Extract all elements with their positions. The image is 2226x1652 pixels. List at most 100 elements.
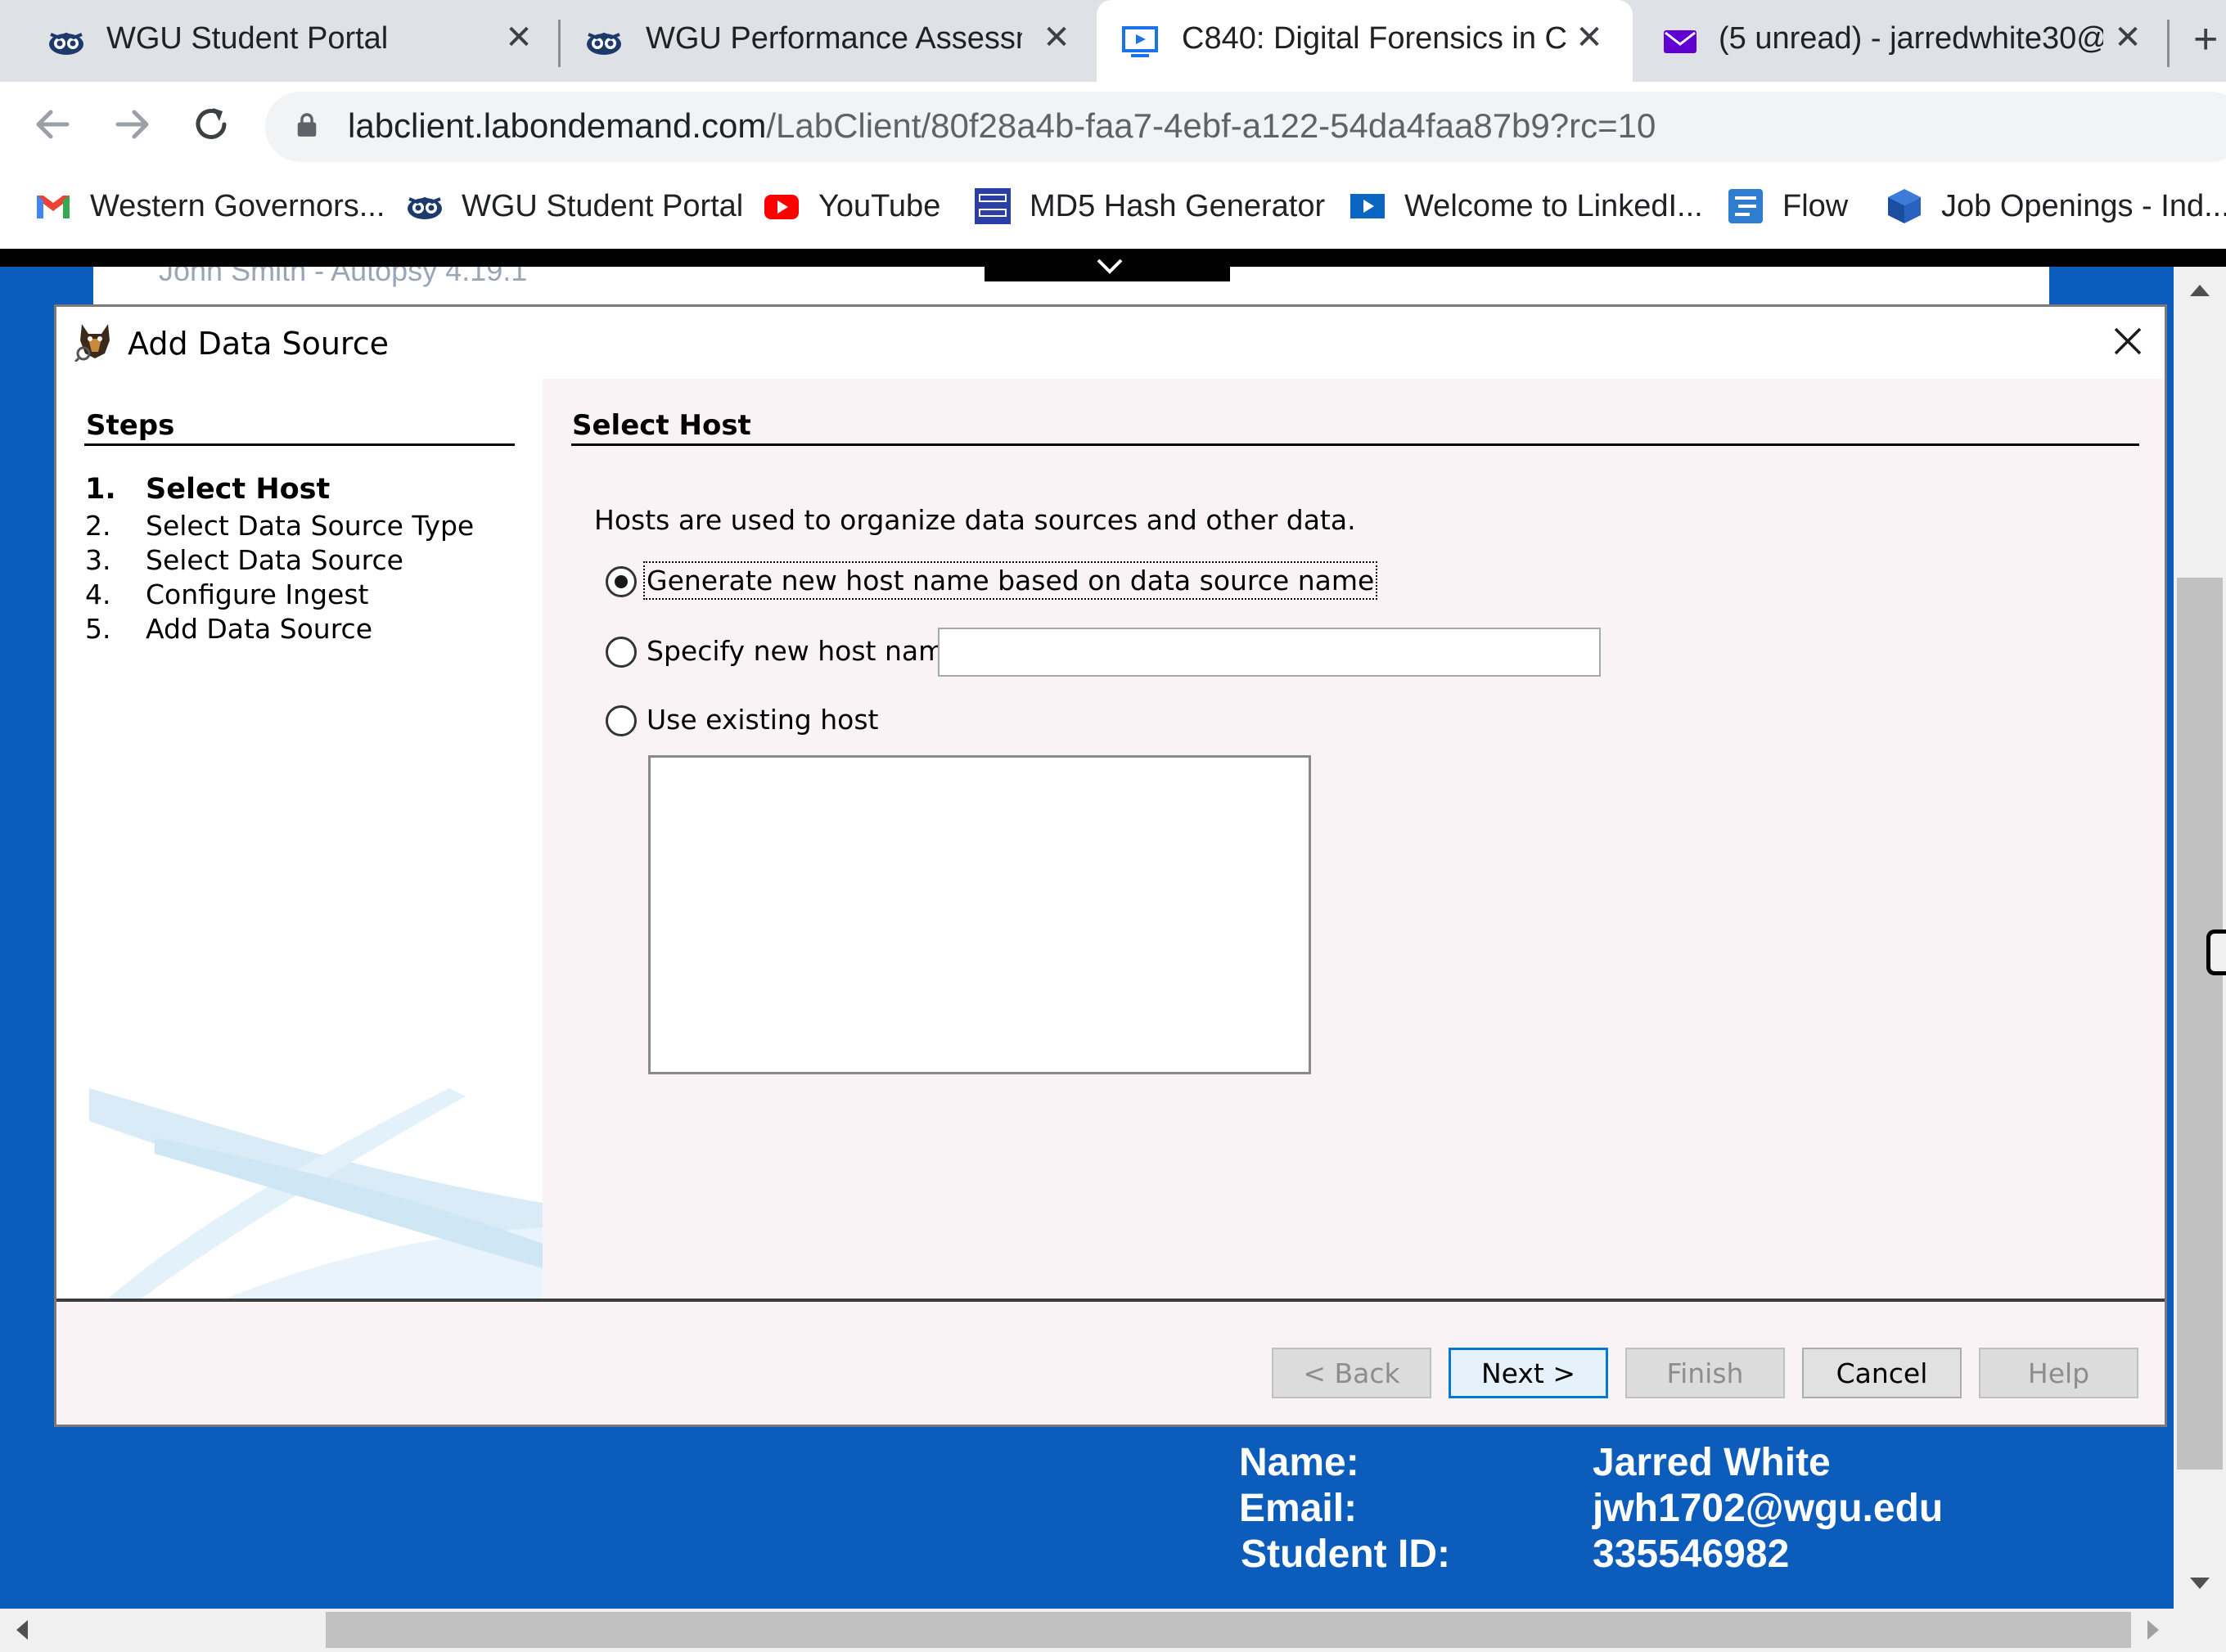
bookmark-label: Welcome to LinkedI... [1404,188,1703,223]
cube-icon [1888,189,1921,223]
step-number: 1. [85,473,116,506]
close-icon[interactable]: ✕ [2110,20,2146,56]
tab-mail[interactable]: (5 unread) - jarredwhite30@y ✕ [1637,0,2169,82]
step-item: 1. Select Host [85,473,330,506]
generate-host-radio[interactable] [606,566,637,597]
close-icon[interactable]: ✕ [1039,20,1075,56]
tab-wgu-performance-assessment[interactable]: WGU Performance Assessmen ✕ [561,0,1093,82]
video-icon [1350,194,1385,218]
name-label: Name: [1239,1441,1359,1484]
step-item: 2. Select Data Source Type [85,510,474,542]
tab-title: C840: Digital Forensics in Cyb [1182,21,1566,56]
steps-heading: Steps [86,409,175,442]
bookmark-western-governors[interactable]: Western Governors... [34,185,385,227]
existing-host-radio[interactable] [606,705,637,736]
forward-arrow-icon[interactable] [110,101,155,147]
cancel-button[interactable]: Cancel [1802,1348,1962,1398]
tab-title: WGU Student Portal [106,21,389,56]
bookmark-linkedin[interactable]: Welcome to LinkedI... [1349,185,1703,227]
bookmark-job-openings[interactable]: Job Openings - Ind... [1886,185,2226,227]
tab-c840-digital-forensics[interactable]: C840: Digital Forensics in Cyb ✕ [1097,0,1633,82]
bookmark-label: Western Governors... [90,188,385,223]
flow-icon [1728,189,1763,223]
next-button[interactable]: Next > [1449,1348,1608,1398]
bookmark-label: YouTube [818,188,941,223]
horizontal-scroll-thumb[interactable] [326,1612,2131,1648]
step-label: Add Data Source [146,613,373,645]
email-value: jwh1702@wgu.edu [1593,1487,1944,1530]
step-number: 2. [85,510,111,542]
step-label: Select Host [146,473,331,506]
lock-icon[interactable] [296,111,318,139]
step-item: 3. Select Data Source [85,544,403,576]
bookmark-label: Flow [1782,188,1849,223]
mail-icon [1664,30,1697,53]
specify-host-label[interactable]: Specify new host name [647,635,962,667]
step-number: 5. [85,613,111,645]
bookmark-wgu-student-portal[interactable]: WGU Student Portal [406,185,743,227]
scroll-left-arrow-icon[interactable] [11,1617,31,1643]
autopsy-dog-icon [74,324,110,362]
step-label: Configure Ingest [146,578,369,610]
tab-title: (5 unread) - jarredwhite30@y [1719,21,2103,56]
youtube-icon [764,195,799,219]
remote-desktop-icon [1122,26,1158,57]
bookmark-label: MD5 Hash Generator [1030,188,1326,223]
bookmark-md5-hash-generator[interactable]: MD5 Hash Generator [974,185,1325,227]
owl-icon [408,196,442,219]
existing-host-label[interactable]: Use existing host [647,704,878,736]
step-item: 5. Add Data Source [85,613,372,645]
help-button[interactable]: Help [1979,1348,2138,1398]
close-icon[interactable] [2107,321,2148,362]
dialog-title: Add Data Source [128,326,389,362]
decorative-swoosh [89,1088,543,1301]
generate-host-label[interactable]: Generate new host name based on data sou… [642,561,1378,600]
dialog-footer-divider [56,1299,2165,1302]
reload-icon[interactable] [188,101,234,147]
existing-host-list[interactable] [648,755,1311,1074]
new-tab-button[interactable]: + [2193,18,2218,61]
email-label: Email: [1239,1487,1358,1530]
content-divider [571,443,2139,446]
url-path: /LabClient/80f28a4b-faa7-4ebf-a122-54da4… [766,106,1656,145]
scroll-up-arrow-icon[interactable] [2187,280,2213,299]
finish-button[interactable]: Finish [1625,1348,1785,1398]
host-name-field[interactable] [938,628,1601,677]
close-icon[interactable]: ✕ [501,20,537,56]
name-value: Jarred White [1593,1441,1831,1484]
steps-divider [84,443,515,446]
student-id-value: 335546982 [1593,1533,1790,1576]
url-text[interactable]: labclient.labondemand.com/LabClient/80f2… [348,106,1656,146]
student-id-label: Student ID: [1241,1533,1450,1576]
close-icon[interactable]: ✕ [1571,20,1607,56]
content-heading: Select Host [572,409,751,442]
owl-icon [587,32,621,55]
bookmark-youtube[interactable]: YouTube [763,185,940,227]
tab-separator [2167,20,2170,67]
side-panel-handle[interactable] [2206,930,2226,975]
specify-host-radio[interactable] [606,637,637,668]
owl-icon [49,32,83,55]
dans-tools-icon [975,188,1011,224]
description-text: Hosts are used to organize data sources … [594,504,1356,536]
chevron-down-icon[interactable] [1093,254,1126,278]
bookmark-flow[interactable]: Flow [1727,185,1848,227]
step-number: 3. [85,544,111,576]
tab-title: WGU Performance Assessmen [646,21,1022,56]
back-button[interactable]: < Back [1272,1348,1431,1398]
bookmark-label: Job Openings - Ind... [1941,188,2226,223]
back-arrow-icon[interactable] [29,101,75,147]
vertical-scroll-thumb[interactable] [2177,578,2223,1470]
step-number: 4. [85,578,111,610]
tab-wgu-student-portal[interactable]: WGU Student Portal ✕ [0,0,556,82]
window-title: John Smith - Autopsy 4.19.1 [159,267,528,287]
scroll-down-arrow-icon[interactable] [2187,1574,2213,1594]
gmail-icon [37,196,70,218]
step-item: 4. Configure Ingest [85,578,368,610]
scroll-right-arrow-icon[interactable] [2144,1617,2164,1643]
tab-strip: WGU Student Portal ✕ WGU Performance Ass… [0,0,2226,82]
step-label: Select Data Source [146,544,403,576]
bookmark-label: WGU Student Portal [462,188,744,223]
url-host: labclient.labondemand.com [348,106,767,145]
step-label: Select Data Source Type [146,510,475,542]
